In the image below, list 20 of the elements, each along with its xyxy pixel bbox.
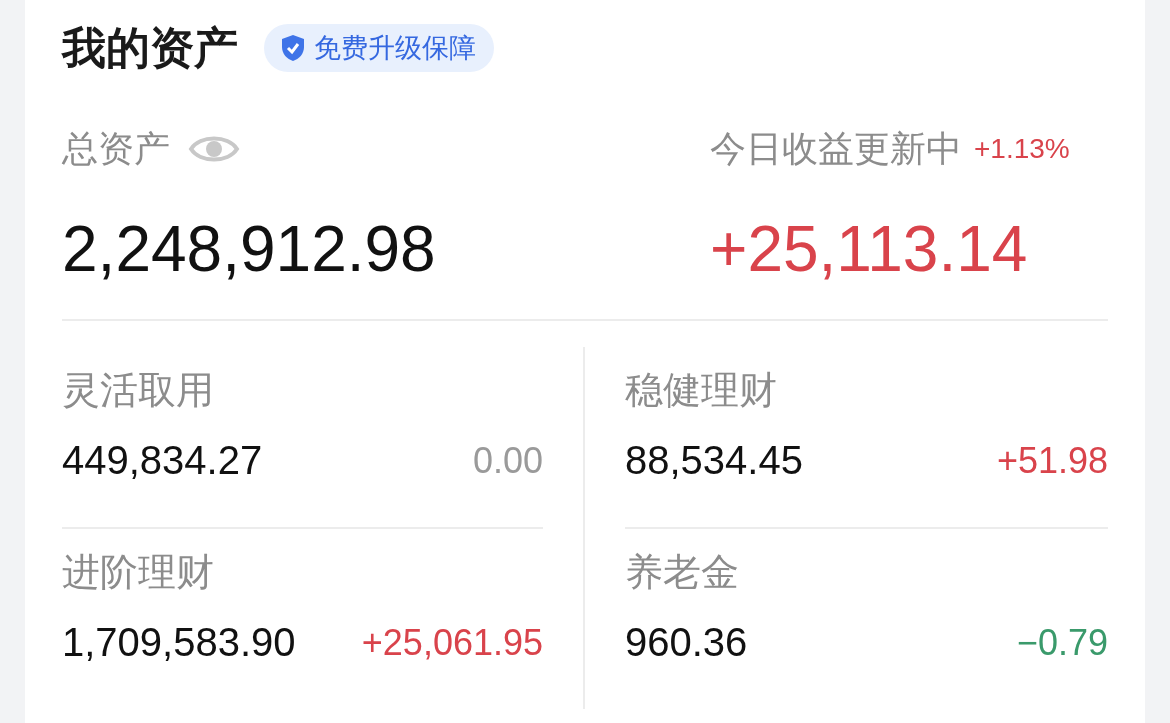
upgrade-badge[interactable]: 免费升级保障 [264,24,494,72]
holding-change: 0.00 [472,439,543,482]
holding-value: 449,834.27 [62,438,263,483]
today-label: 今日收益更新中 [710,126,962,171]
holding-change: −0.79 [1016,621,1108,664]
holding-name: 养老金 [625,550,740,595]
holding-name: 进阶理财 [62,550,215,595]
holding-name: 稳健理财 [625,368,778,413]
holding-name: 灵活取用 [62,368,215,413]
holding-change: +25,061.95 [361,621,543,664]
today-value: +25,113.14 [710,214,1029,284]
holding-value: 88,534.45 [625,438,803,483]
shield-icon [280,34,306,62]
today-rate: +1.13% [974,133,1070,165]
holding-value: 1,709,583.90 [62,620,296,665]
page-title: 我的资产 [62,21,238,74]
holding-change: +51.98 [996,439,1108,482]
total-value: 2,248,912.98 [62,214,436,284]
total-label: 总资产 [62,126,170,171]
holding-value: 960.36 [625,620,748,665]
